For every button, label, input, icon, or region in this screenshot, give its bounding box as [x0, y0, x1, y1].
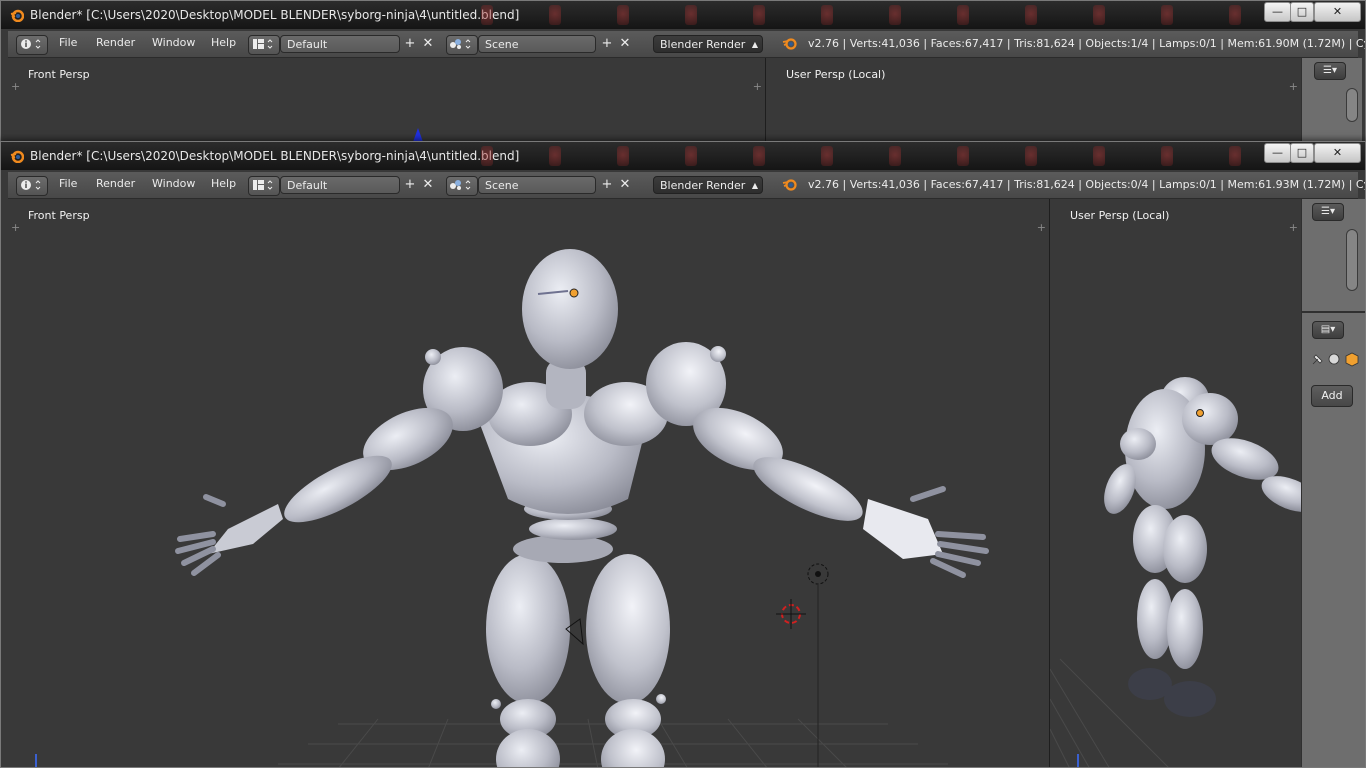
scene-name-field[interactable]: Scene: [478, 35, 596, 53]
taskbar-thumbnails: [481, 5, 1241, 25]
layout-selector[interactable]: [248, 35, 280, 55]
screen-layout-icon: [253, 39, 273, 49]
close-button[interactable]: ✕: [1314, 2, 1361, 22]
back-outliner-panel: ☰▾: [1301, 58, 1362, 147]
scene-name-field[interactable]: Scene: [478, 176, 596, 194]
scrollbar[interactable]: [1346, 229, 1358, 291]
back-front-viewport[interactable]: Front Persp + +: [8, 58, 766, 147]
front-window-title: Blender* [C:\Users\2020\Desktop\MODEL BL…: [30, 149, 520, 163]
menu-help[interactable]: Help: [211, 36, 236, 49]
add-scene-icon[interactable]: +: [599, 36, 615, 52]
back-title-bar[interactable]: Blender* [C:\Users\2020\Desktop\MODEL BL…: [1, 1, 1365, 29]
remove-layout-icon[interactable]: ✕: [420, 36, 436, 52]
remove-scene-icon[interactable]: ✕: [617, 36, 633, 52]
panel-divider: [1302, 311, 1365, 313]
outliner-type-button[interactable]: ☰▾: [1314, 62, 1346, 80]
layout-selector[interactable]: [248, 176, 280, 196]
menu-window[interactable]: Window: [152, 36, 195, 49]
add-layout-icon[interactable]: +: [402, 177, 418, 193]
user-persp-viewport[interactable]: User Persp (Local) +: [1050, 199, 1301, 767]
front-persp-viewport[interactable]: Front Persp + +: [8, 199, 1050, 767]
add-scene-icon[interactable]: +: [599, 177, 615, 193]
front-info-header: File Render Window Help Default + ✕ Scen…: [8, 172, 1365, 199]
scene-selector[interactable]: [446, 35, 478, 55]
menu-help[interactable]: Help: [211, 177, 236, 190]
front-blender-window: Blender* [C:\Users\2020\Desktop\MODEL BL…: [0, 141, 1366, 768]
scrollbar[interactable]: [1346, 88, 1358, 122]
add-layout-icon[interactable]: +: [402, 36, 418, 52]
back-user-viewport[interactable]: User Persp (Local) +: [766, 58, 1301, 147]
minimize-button[interactable]: —: [1264, 143, 1291, 163]
screen-layout-icon: [253, 180, 273, 190]
render-engine-dropdown[interactable]: Blender Render ▲: [653, 35, 763, 53]
scene-icon: [450, 39, 471, 49]
minimize-button[interactable]: —: [1264, 2, 1291, 22]
close-button[interactable]: ✕: [1314, 143, 1361, 163]
region-expand-icon[interactable]: +: [753, 80, 762, 93]
menu-render[interactable]: Render: [96, 177, 135, 190]
axis-z-marker-icon: [413, 128, 423, 142]
scene-icon: [450, 180, 471, 190]
scene-selector[interactable]: [446, 176, 478, 196]
editor-type-button[interactable]: [16, 176, 48, 196]
properties-context-icons: [1312, 352, 1359, 367]
blender-logo-icon: [10, 9, 24, 22]
back-blender-window: Blender* [C:\Users\2020\Desktop\MODEL BL…: [0, 0, 1366, 148]
outliner-type-button[interactable]: ☰▾: [1312, 203, 1344, 221]
dropdown-arrow-icon: ▲: [751, 40, 758, 49]
robot-model-render: [35, 249, 989, 767]
world-icon: [1328, 353, 1340, 365]
properties-type-button[interactable]: ▤▾: [1312, 321, 1344, 339]
pin-icon: [1312, 354, 1323, 365]
region-expand-icon[interactable]: +: [11, 80, 20, 93]
menu-window[interactable]: Window: [152, 177, 195, 190]
add-button[interactable]: Add: [1311, 385, 1353, 407]
render-engine-value: Blender Render: [660, 179, 746, 192]
blender-logo-icon: [10, 150, 24, 163]
menu-file[interactable]: File: [59, 177, 77, 190]
front-title-bar[interactable]: Blender* [C:\Users\2020\Desktop\MODEL BL…: [1, 142, 1365, 170]
lamp-icon: [807, 563, 829, 767]
maximize-button[interactable]: □: [1290, 2, 1314, 22]
scene-statistics: v2.76 | Verts:41,036 | Faces:67,417 | Tr…: [808, 37, 1366, 50]
info-editor-icon: [21, 39, 41, 49]
back-info-header: File Render Window Help Default + ✕ Scen…: [8, 31, 1365, 58]
blender-logo-icon: [782, 179, 797, 191]
menu-file[interactable]: File: [59, 36, 77, 49]
layout-name-field[interactable]: Default: [280, 35, 400, 53]
robot-model-side-render: [1050, 377, 1301, 767]
object-icon: [1345, 352, 1359, 367]
viewport-label: Front Persp: [28, 68, 90, 81]
menu-render[interactable]: Render: [96, 36, 135, 49]
remove-scene-icon[interactable]: ✕: [617, 177, 633, 193]
viewport-label: User Persp (Local): [786, 68, 886, 81]
back-window-title: Blender* [C:\Users\2020\Desktop\MODEL BL…: [30, 8, 520, 22]
dropdown-arrow-icon: ▲: [751, 181, 758, 190]
remove-layout-icon[interactable]: ✕: [420, 177, 436, 193]
region-expand-icon[interactable]: +: [1289, 80, 1298, 93]
3d-cursor-icon: [776, 599, 806, 629]
maximize-button[interactable]: □: [1290, 143, 1314, 163]
render-engine-dropdown[interactable]: Blender Render ▲: [653, 176, 763, 194]
render-engine-value: Blender Render: [660, 38, 746, 51]
taskbar-thumbnails: [481, 146, 1241, 166]
scene-statistics: v2.76 | Verts:41,036 | Faces:67,417 | Tr…: [808, 178, 1366, 191]
blender-logo-icon: [782, 38, 797, 50]
layout-name-field[interactable]: Default: [280, 176, 400, 194]
properties-panel: ☰▾ ▤▾ Add: [1301, 199, 1365, 767]
editor-type-button[interactable]: [16, 35, 48, 55]
info-editor-icon: [21, 180, 41, 190]
